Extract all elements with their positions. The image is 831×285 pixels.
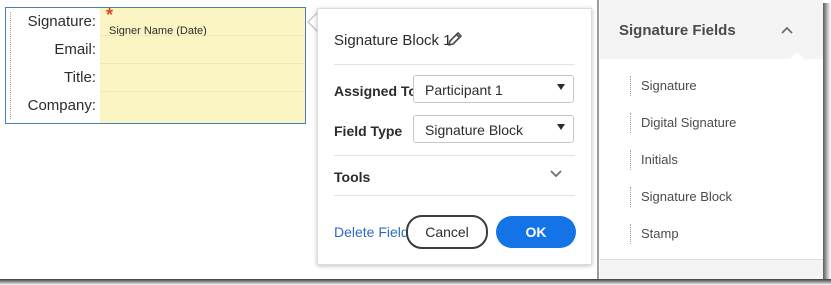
required-marker: * — [106, 5, 114, 25]
assigned-to-label: Assigned To — [334, 83, 417, 99]
field-type-select[interactable]: Signature Block — [413, 115, 574, 143]
signature-row: Signature: * Signer Name (Date) — [6, 5, 305, 37]
signature-fields-list: Signature Digital Signature Initials Sig… — [600, 59, 823, 259]
signature-label: Signature: — [27, 13, 96, 30]
chevron-down-icon[interactable] — [549, 169, 563, 179]
divider — [334, 195, 575, 196]
company-label: Company: — [27, 97, 96, 114]
divider — [334, 155, 575, 156]
panel-separator — [597, 0, 599, 279]
sidebar-title: Signature Fields — [619, 22, 736, 39]
company-input-area[interactable] — [100, 92, 305, 123]
email-input-area[interactable] — [100, 36, 305, 64]
divider — [334, 64, 575, 65]
email-row: Email: — [6, 36, 305, 64]
signature-fields-sidebar: Signature Fields Signature Digital Signa… — [600, 0, 823, 279]
cancel-button[interactable]: Cancel — [406, 215, 488, 249]
assigned-to-select[interactable]: Participant 1 — [413, 75, 574, 103]
sidebar-item-initials[interactable]: Initials — [630, 150, 678, 170]
field-type-label: Field Type — [334, 123, 403, 139]
pencil-icon[interactable] — [446, 30, 464, 48]
delete-field-link[interactable]: Delete Field — [334, 224, 409, 240]
sidebar-item-signature-block[interactable]: Signature Block — [630, 187, 732, 207]
dropdown-caret-icon — [557, 124, 565, 130]
window-shadow-bottom — [0, 279, 831, 285]
ok-button[interactable]: OK — [496, 216, 576, 248]
title-row: Title: — [6, 64, 305, 92]
title-label: Title: — [64, 69, 96, 86]
field-type-value: Signature Block — [425, 122, 524, 138]
chevron-up-icon[interactable] — [780, 25, 794, 35]
header-notch — [790, 52, 804, 59]
title-input-area[interactable] — [100, 64, 305, 92]
sidebar-header[interactable]: Signature Fields — [600, 0, 823, 58]
sidebar-item-signature[interactable]: Signature — [630, 76, 697, 96]
dropdown-caret-icon — [557, 84, 565, 90]
signature-block-field[interactable]: Signature: * Signer Name (Date) Email: T… — [5, 5, 306, 124]
email-label: Email: — [54, 41, 96, 58]
tools-section-toggle[interactable]: Tools — [334, 169, 370, 185]
sidebar-bottom-border — [600, 259, 823, 260]
sidebar-item-stamp[interactable]: Stamp — [630, 224, 679, 244]
assigned-to-value: Participant 1 — [425, 82, 503, 98]
window-shadow-right — [823, 3, 831, 279]
sidebar-item-digital-signature[interactable]: Digital Signature — [630, 113, 736, 133]
company-row: Company: — [6, 92, 305, 123]
field-name-title: Signature Block 1 — [334, 32, 452, 49]
field-properties-popover: Signature Block 1 Assigned To Participan… — [317, 8, 592, 265]
